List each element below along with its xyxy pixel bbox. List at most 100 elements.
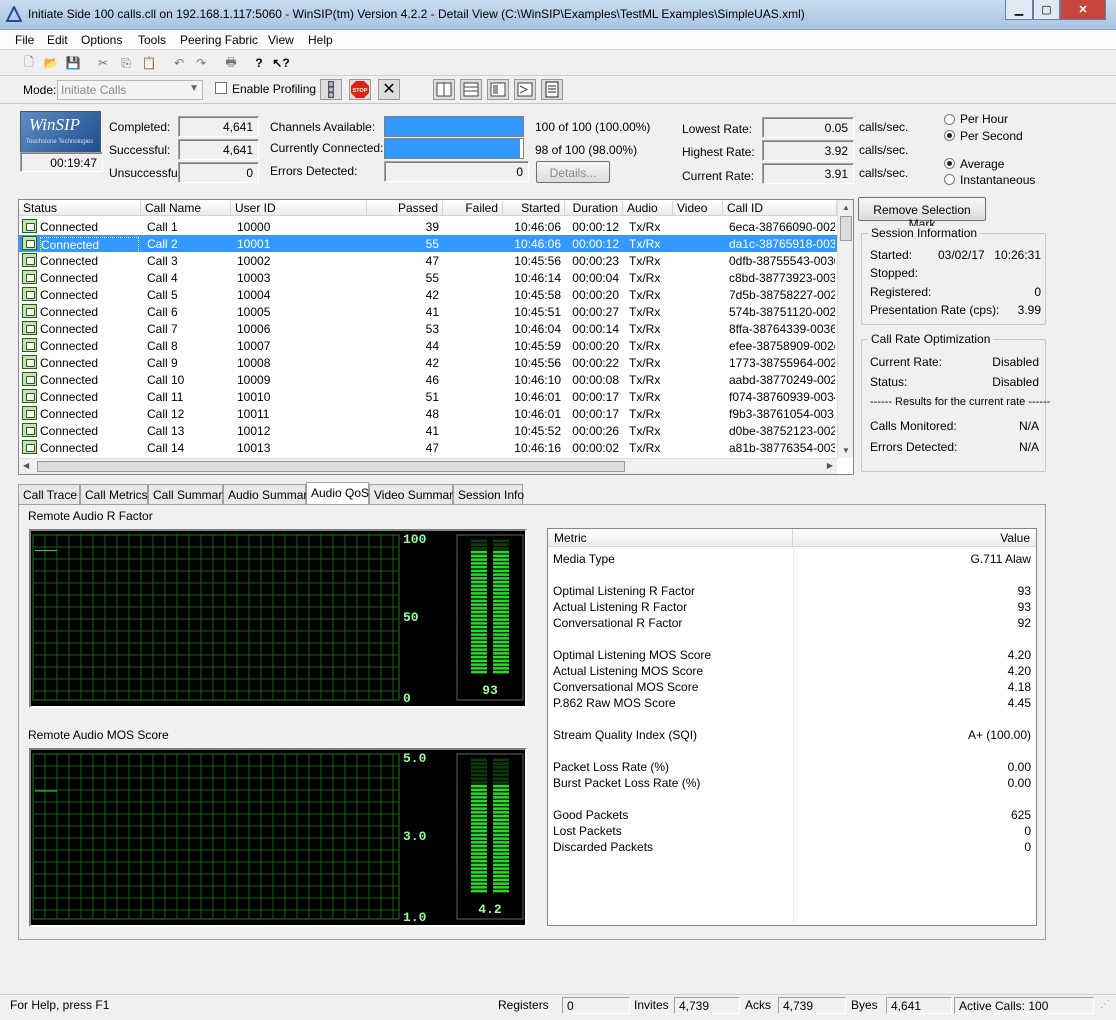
report-icon[interactable] (541, 79, 563, 100)
metric-row[interactable]: Optimal Listening R Factor 93 (548, 583, 1036, 599)
detail-view-icon[interactable] (487, 79, 509, 100)
enable-profiling-checkbox[interactable] (215, 82, 227, 94)
metric-row[interactable]: Media Type G.711 Alaw (548, 551, 1036, 567)
maximize-button[interactable]: ▢ (1033, 0, 1060, 20)
stop-icon[interactable]: STOP (349, 79, 371, 100)
metric-row[interactable]: Conversational MOS Score 4.18 (548, 679, 1036, 695)
value-column-header[interactable]: Value (793, 529, 1036, 547)
horizontal-scroll-thumb[interactable] (37, 461, 625, 472)
help-icon[interactable]: ? (250, 54, 268, 72)
metric-row[interactable]: Actual Listening MOS Score 4.20 (548, 663, 1036, 679)
resize-grip-icon[interactable]: ⋰ (1100, 999, 1110, 1010)
title-bar[interactable]: Initiate Side 100 calls.cll on 192.168.1… (0, 0, 1116, 30)
horizontal-scrollbar[interactable]: ◀ ▶ (19, 458, 837, 474)
metric-row[interactable]: Conversational R Factor 92 (548, 615, 1036, 631)
context-help-icon[interactable]: ↖? (272, 54, 290, 72)
save-icon[interactable]: 💾 (64, 54, 82, 72)
table-row[interactable]: Connected Call 11 10010 51 10:46:01 00:00:17 T… (19, 388, 837, 405)
table-row[interactable]: Connected Call 3 10002 47 10:45:56 00:00:23 Tx… (19, 252, 837, 269)
clear-icon[interactable]: ✕ (378, 79, 400, 100)
metric-row[interactable]: Lost Packets 0 (548, 823, 1036, 839)
per-hour-radio[interactable] (944, 114, 955, 125)
instantaneous-radio[interactable] (944, 174, 955, 185)
column-header[interactable]: Video (673, 201, 723, 216)
menu-file[interactable]: File (15, 33, 34, 47)
metric-row[interactable] (548, 791, 1036, 807)
menu-options[interactable]: Options (81, 33, 122, 47)
column-header[interactable]: Call ID (723, 201, 837, 216)
traffic-light-icon[interactable] (320, 79, 342, 100)
metric-row[interactable]: Discarded Packets 0 (548, 839, 1036, 855)
metric-row[interactable]: Optimal Listening MOS Score 4.20 (548, 647, 1036, 663)
close-button[interactable]: ✕ (1060, 0, 1106, 20)
column-header[interactable]: Call Name (141, 201, 231, 216)
tab-call-metrics[interactable]: Call Metrics (80, 484, 148, 504)
split-view-icon[interactable] (433, 79, 455, 100)
column-header[interactable]: Audio (623, 201, 673, 216)
copy-icon[interactable]: ⎘ (117, 54, 135, 72)
minimize-button[interactable]: ▁ (1005, 0, 1033, 20)
table-row[interactable]: Connected Call 14 10013 47 10:46:16 00:00:02 T… (19, 439, 837, 456)
metric-row[interactable] (548, 743, 1036, 759)
metric-row[interactable] (548, 631, 1036, 647)
metric-row[interactable]: Stream Quality Index (SQI) A+ (100.00) (548, 727, 1036, 743)
tab-video-summary[interactable]: Video Summary (369, 484, 459, 504)
grid-view-icon[interactable] (460, 79, 482, 100)
column-header[interactable]: Failed (443, 201, 503, 216)
menu-edit[interactable]: Edit (47, 33, 68, 47)
scroll-up-icon[interactable]: ▲ (842, 203, 850, 212)
vertical-scroll-thumb[interactable] (840, 216, 852, 241)
menu-help[interactable]: Help (308, 33, 333, 47)
menu-tools[interactable]: Tools (138, 33, 166, 47)
metric-row[interactable]: P.862 Raw MOS Score 4.45 (548, 695, 1036, 711)
tab-call-trace[interactable]: Call Trace (18, 484, 80, 504)
paste-icon[interactable]: 📋 (140, 54, 158, 72)
table-row[interactable]: Connected Call 12 10011 48 10:46:01 00:00:17 T… (19, 405, 837, 422)
column-header[interactable]: User ID (231, 201, 367, 216)
per-second-radio[interactable] (944, 130, 955, 141)
print-icon[interactable]: 🖶 (222, 54, 240, 72)
metric-row[interactable]: Burst Packet Loss Rate (%) 0.00 (548, 775, 1036, 791)
table-row[interactable]: Connected Call 4 10003 55 10:46:14 00:00:04 Tx… (19, 269, 837, 286)
tab-session-info[interactable]: Session Info (453, 484, 524, 504)
redo-icon[interactable]: ↷ (192, 54, 210, 72)
column-header[interactable]: Duration (565, 201, 623, 216)
table-row[interactable]: Connected Call 13 10012 41 10:45:52 00:00:26 T… (19, 422, 837, 439)
column-header[interactable]: Started (503, 201, 565, 216)
metric-row[interactable] (548, 711, 1036, 727)
scroll-right-icon[interactable]: ▶ (827, 461, 833, 470)
table-row[interactable]: Connected Call 8 10007 44 10:45:59 00:00:20 Tx… (19, 337, 837, 354)
metric-row[interactable]: Packet Loss Rate (%) 0.00 (548, 759, 1036, 775)
metric-row[interactable]: Good Packets 625 (548, 807, 1036, 823)
trace-view-icon[interactable] (514, 79, 536, 100)
table-row[interactable]: Connected Call 7 10006 53 10:46:04 00:00:14 Tx… (19, 320, 837, 337)
average-radio[interactable] (944, 158, 955, 169)
scroll-left-icon[interactable]: ◀ (23, 461, 29, 470)
metric-row[interactable]: Actual Listening R Factor 93 (548, 599, 1036, 615)
column-header[interactable]: Passed (367, 201, 443, 216)
remove-selection-mark-button[interactable]: Remove Selection Mark (858, 197, 986, 231)
tab-audio-summary[interactable]: Audio Summary (223, 484, 313, 504)
metric-column-header[interactable]: Metric (548, 529, 793, 547)
tab-audio-qos[interactable]: Audio QoS (306, 482, 369, 505)
tab-call-summary[interactable]: Call Summary (148, 484, 228, 504)
cut-icon[interactable]: ✂ (94, 54, 112, 72)
mode-select[interactable]: Initiate Calls ▼ (57, 80, 203, 100)
qos-metrics-table[interactable]: Metric Value Media Type G.711 Alaw Optimal… (547, 528, 1037, 926)
calls-grid[interactable]: Status Call Name User ID Passed Failed Starte… (18, 199, 854, 475)
column-header[interactable]: Status (19, 201, 141, 216)
table-row[interactable]: Connected Call 10 10009 46 10:46:10 00:00:08 T… (19, 371, 837, 388)
details-button[interactable]: Details... (536, 161, 610, 183)
table-row[interactable]: Connected Call 6 10005 41 10:45:51 00:00:27 Tx… (19, 303, 837, 320)
metric-row[interactable] (548, 567, 1036, 583)
table-row[interactable]: Connected Call 5 10004 42 10:45:58 00:00:20 Tx… (19, 286, 837, 303)
vertical-scrollbar[interactable]: ▲ ▼ (837, 200, 853, 458)
scroll-down-icon[interactable]: ▼ (842, 446, 850, 455)
table-row[interactable]: Connected Call 1 10000 39 10:46:06 00:00:12 Tx… (19, 218, 837, 235)
table-row[interactable]: Connected Call 9 10008 42 10:45:56 00:00:22 Tx… (19, 354, 837, 371)
open-icon[interactable]: 📂 (42, 54, 60, 72)
undo-icon[interactable]: ↶ (170, 54, 188, 72)
menu-view[interactable]: View (268, 33, 294, 47)
new-icon[interactable]: 🗋 (20, 54, 38, 72)
table-row[interactable]: Connected Call 2 10001 55 10:46:06 00:00:12 Tx… (19, 235, 837, 253)
